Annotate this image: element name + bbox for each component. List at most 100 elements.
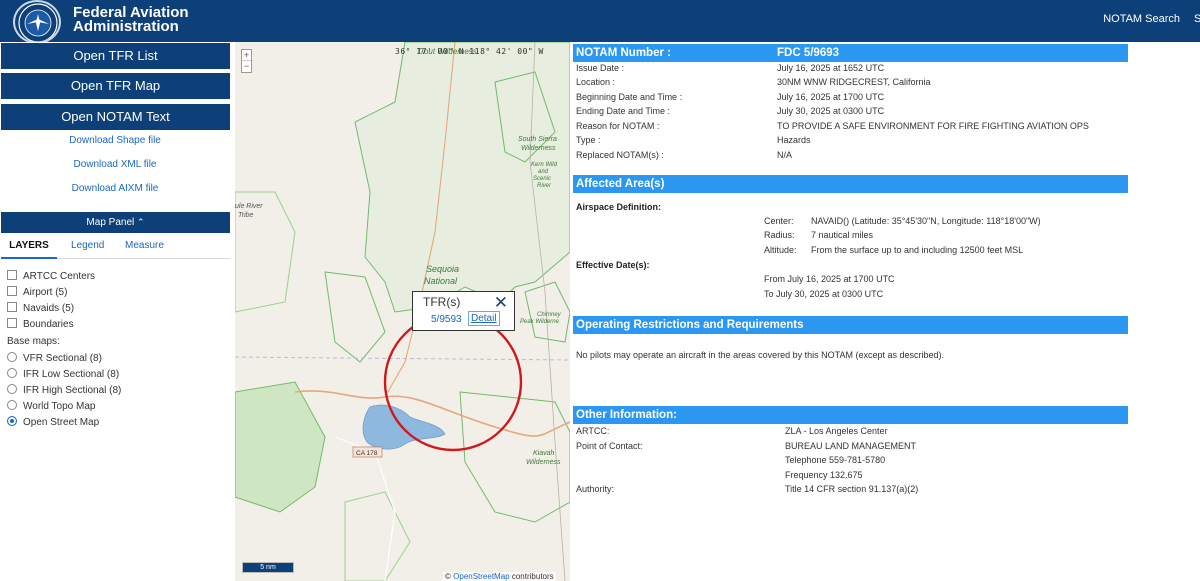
zoom-control: + − (241, 49, 252, 73)
download-aixm-link[interactable]: Download AIXM file (0, 183, 230, 194)
map-label-chimney-1: Chimney (537, 312, 562, 318)
close-icon[interactable]: ✕ (494, 293, 508, 313)
map-label-kern-1: Kern Wild (531, 162, 558, 168)
artcc-label: ARTCC: (576, 426, 610, 436)
layer-label: Navaids (5) (23, 303, 75, 314)
basemap-label: World Topo Map (23, 401, 96, 412)
popup-detail-link[interactable]: Detail (468, 311, 500, 326)
basemap-label: IFR Low Sectional (8) (23, 369, 120, 380)
operating-restrictions-header: Operating Restrictions and Requirements (573, 316, 1128, 334)
effective-dates-label: Effective Date(s): (576, 260, 650, 270)
notam-detail-panel: NOTAM Number : FDC 5/9693 Issue Date : J… (573, 42, 1200, 581)
top-header: Federal Aviation Administration NOTAM Se… (0, 0, 1200, 44)
poc-telephone: Telephone 559-781-5780 (785, 455, 886, 465)
basemap-ifr-low-sectional[interactable]: IFR Low Sectional (8) (7, 368, 119, 382)
download-xml-link[interactable]: Download XML file (0, 159, 230, 170)
radio-button[interactable] (7, 352, 17, 362)
poc-name: BUREAU LAND MANAGEMENT (785, 441, 917, 451)
issue-date-value: July 16, 2025 at 1652 UTC (777, 63, 885, 73)
left-sidebar: Open TFR List Open TFR Map Open NOTAM Te… (0, 42, 233, 581)
tfr-map[interactable]: Trout Wilderness South Sierra Wilderness… (235, 42, 570, 581)
map-label-kern-3: Scenic (533, 176, 551, 182)
nav-link-truncated[interactable]: S (1194, 13, 1200, 25)
artcc-value: ZLA - Los Angeles Center (785, 426, 888, 436)
radio-button[interactable] (7, 368, 17, 378)
open-tfr-map-button[interactable]: Open TFR Map (1, 73, 230, 99)
operating-restrictions-text: No pilots may operate an aircraft in the… (576, 350, 944, 360)
openstreetmap-link[interactable]: OpenStreetMap (453, 572, 509, 581)
cursor-coordinates: 36° 17' 00" N 118° 42' 00" W (395, 47, 544, 56)
altitude-value: From the surface up to and including 125… (811, 245, 1024, 255)
checkbox[interactable] (7, 302, 17, 312)
checkbox[interactable] (7, 318, 17, 328)
attribution-copyright: © (445, 572, 451, 581)
download-shape-link[interactable]: Download Shape file (0, 135, 230, 146)
replaced-notam-value: N/A (777, 150, 793, 160)
map-label-kiavah-2: Wilderness (526, 459, 561, 466)
layer-label: Airport (5) (23, 287, 68, 298)
layer-boundaries[interactable]: Boundaries (7, 318, 74, 332)
issue-date-label: Issue Date : (576, 63, 625, 73)
point-of-contact-label: Point of Contact: (576, 441, 643, 451)
basemap-world-topo[interactable]: World Topo Map (7, 400, 95, 414)
map-label-kiavah-1: Kiavah (533, 450, 555, 457)
zoom-in-button[interactable]: + (242, 50, 251, 61)
layer-navaids[interactable]: Navaids (5) (7, 302, 74, 316)
top-nav: NOTAM Search S (1103, 13, 1200, 25)
basemap-label: Open Street Map (23, 417, 100, 428)
basemap-label: IFR High Sectional (8) (23, 385, 122, 396)
authority-label: Authority: (576, 484, 615, 494)
airspace-definition-label: Airspace Definition: (576, 202, 662, 212)
agency-title[interactable]: Federal Aviation Administration (73, 5, 189, 34)
end-time-value: July 30, 2025 at 0300 UTC (777, 106, 885, 116)
map-label-kern-2: and (538, 169, 549, 175)
type-value: Hazards (777, 135, 811, 145)
notam-number-value: FDC 5/9693 (777, 47, 840, 59)
basemap-open-street-map[interactable]: Open Street Map (7, 416, 99, 430)
notam-search-link[interactable]: NOTAM Search (1103, 13, 1180, 25)
tab-measure[interactable]: Measure (125, 235, 164, 259)
map-panel-header[interactable]: Map Panel ⌃ (1, 212, 230, 233)
map-label-south-sierra-2: Wilderness (521, 145, 556, 152)
zoom-out-button[interactable]: − (242, 61, 251, 72)
open-notam-text-button[interactable]: Open NOTAM Text (1, 104, 230, 130)
map-label-sequoia-2: National (424, 276, 458, 286)
open-tfr-list-button[interactable]: Open TFR List (1, 43, 230, 69)
chevron-up-icon: ⌃ (137, 217, 145, 227)
begin-time-value: July 16, 2025 at 1700 UTC (777, 92, 885, 102)
basemap-ifr-high-sectional[interactable]: IFR High Sectional (8) (7, 384, 121, 398)
tab-layers[interactable]: LAYERS (1, 235, 57, 259)
basemap-vfr-sectional[interactable]: VFR Sectional (8) (7, 352, 102, 366)
map-attribution: © OpenStreetMap contributors (443, 572, 556, 581)
map-panel-label: Map Panel (86, 217, 135, 228)
map-label-south-sierra-1: South Sierra (518, 136, 557, 143)
layer-airport[interactable]: Airport (5) (7, 286, 67, 300)
checkbox[interactable] (7, 270, 17, 280)
end-time-label: Ending Date and Time : (576, 106, 671, 116)
notam-number-header: NOTAM Number : FDC 5/9693 (573, 44, 1128, 62)
altitude-key: Altitude: (764, 245, 797, 255)
map-panel-tabs: LAYERS Legend Measure (1, 235, 230, 259)
type-label: Type : (576, 135, 601, 145)
center-value: NAVAID() (Latitude: 35°45'30"N, Longitud… (811, 216, 1041, 226)
tfr-boundary-circle[interactable] (383, 312, 523, 452)
radius-value: 7 nautical miles (811, 230, 874, 240)
center-key: Center: (764, 216, 794, 226)
reason-label: Reason for NOTAM : (576, 121, 660, 131)
affected-area-header: Affected Area(s) (573, 175, 1128, 193)
notam-number-label: NOTAM Number : (576, 47, 671, 59)
popup-title: TFR(s) (423, 295, 461, 309)
radio-button[interactable] (7, 384, 17, 394)
radio-button[interactable] (7, 400, 17, 410)
attribution-suffix: contributors (511, 572, 554, 581)
radio-button-selected[interactable] (7, 416, 17, 426)
other-information-header: Other Information: (573, 406, 1128, 424)
faa-seal-logo[interactable] (13, 0, 61, 44)
tab-legend[interactable]: Legend (71, 235, 104, 259)
layer-artcc-centers[interactable]: ARTCC Centers (7, 270, 95, 284)
map-canvas[interactable]: Trout Wilderness South Sierra Wilderness… (235, 42, 570, 581)
popup-notam-id-link[interactable]: 5/9593 (431, 314, 462, 325)
checkbox[interactable] (7, 286, 17, 296)
location-label: Location : (576, 77, 616, 87)
layer-label: Boundaries (23, 319, 74, 330)
